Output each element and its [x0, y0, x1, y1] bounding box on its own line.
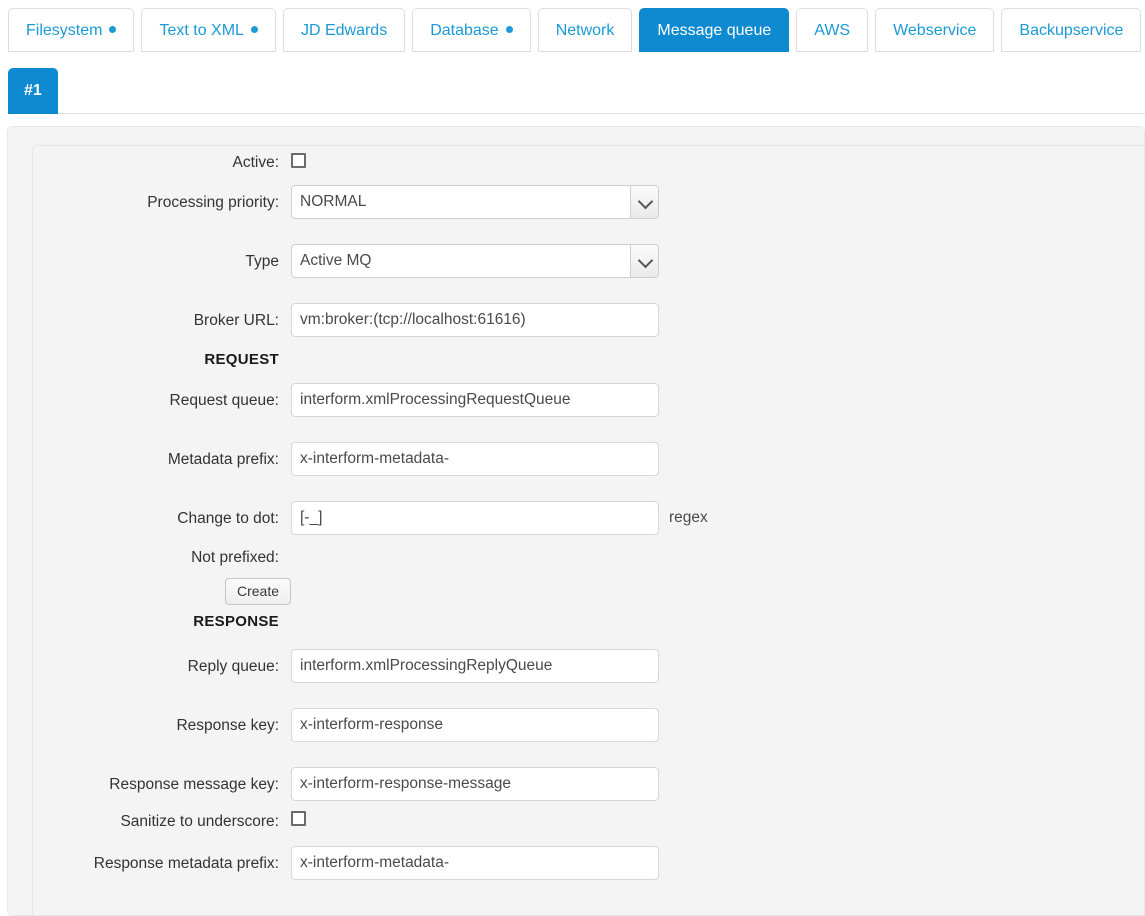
form-row-sanitize-to-underscore: Sanitize to underscore:: [33, 811, 1144, 846]
request-section-heading: REQUEST: [204, 351, 279, 368]
form-row-active: Active:: [33, 153, 1144, 185]
active-label: Active:: [232, 154, 279, 171]
response-metadata-prefix-input[interactable]: [291, 846, 659, 880]
response-message-key-label: Response message key:: [109, 776, 279, 793]
tab-label: Network: [555, 22, 615, 39]
form-row-response-heading: RESPONSE: [33, 609, 1144, 649]
form-row-response-metadata-prefix: Response metadata prefix:: [33, 846, 1144, 905]
chevron-down-icon: [637, 252, 653, 269]
processing-priority-value: NORMAL: [300, 193, 367, 210]
main-tab-bar: Filesystem Text to XML JD Edwards Databa…: [0, 0, 1145, 60]
sub-tab-1[interactable]: #1: [8, 68, 58, 114]
form-row-response-message-key: Response message key:: [33, 767, 1144, 811]
tab-aws[interactable]: AWS: [796, 8, 869, 52]
tab-text-to-xml[interactable]: Text to XML: [141, 8, 276, 52]
type-dropdown-button[interactable]: [630, 245, 658, 277]
response-metadata-prefix-label: Response metadata prefix:: [93, 855, 279, 872]
form-row-processing-priority: Processing priority: NORMAL: [33, 185, 1144, 244]
reply-queue-input[interactable]: [291, 649, 659, 683]
type-label: Type: [245, 253, 279, 270]
form-row-request-queue: Request queue:: [33, 383, 1144, 442]
tab-backupservice[interactable]: Backupservice: [1001, 8, 1142, 52]
change-to-dot-suffix-label: regex: [669, 509, 708, 526]
tab-filesystem[interactable]: Filesystem: [8, 8, 135, 52]
sub-tab-label: #1: [24, 82, 42, 99]
processing-priority-select[interactable]: NORMAL: [291, 185, 659, 219]
processing-priority-label: Processing priority:: [147, 194, 279, 211]
tab-status-dot-icon: [505, 26, 513, 34]
request-queue-label: Request queue:: [169, 392, 279, 409]
message-queue-settings-panel: Active: Processing priority: NORMAL Type…: [32, 145, 1145, 916]
tab-label: Message queue: [657, 22, 772, 39]
tab-label: JD Edwards: [300, 22, 388, 39]
response-key-input[interactable]: [291, 708, 659, 742]
metadata-prefix-input[interactable]: [291, 442, 659, 476]
form-row-broker-url: Broker URL:: [33, 303, 1144, 347]
tab-label: Webservice: [893, 22, 977, 39]
processing-priority-dropdown-button[interactable]: [630, 186, 658, 218]
chevron-down-icon: [637, 193, 653, 210]
form-row-change-to-dot: Change to dot: regex: [33, 501, 1144, 548]
not-prefixed-label: Not prefixed:: [191, 549, 279, 566]
tab-label: Backupservice: [1019, 22, 1124, 39]
form-row-create-button: Create: [33, 578, 1144, 609]
tab-webservice[interactable]: Webservice: [875, 8, 995, 52]
request-queue-input[interactable]: [291, 383, 659, 417]
sub-tab-bar: #1: [0, 60, 1145, 122]
tab-network[interactable]: Network: [537, 8, 633, 52]
tab-database[interactable]: Database: [412, 8, 531, 52]
change-to-dot-label: Change to dot:: [177, 510, 279, 527]
broker-url-label: Broker URL:: [193, 312, 279, 329]
response-key-label: Response key:: [176, 717, 279, 734]
tab-message-queue[interactable]: Message queue: [639, 8, 790, 52]
form-row-response-key: Response key:: [33, 708, 1144, 767]
create-button[interactable]: Create: [225, 578, 292, 605]
type-value: Active MQ: [300, 252, 372, 269]
response-message-key-input[interactable]: [291, 767, 659, 801]
tab-label: Filesystem: [26, 22, 103, 39]
tab-status-dot-icon: [250, 26, 258, 34]
tab-label: AWS: [814, 22, 851, 39]
reply-queue-label: Reply queue:: [187, 658, 279, 675]
message-queue-form: Active: Processing priority: NORMAL Type…: [33, 146, 1144, 915]
tab-jd-edwards[interactable]: JD Edwards: [282, 8, 406, 52]
active-checkbox[interactable]: [291, 153, 306, 168]
tab-status-dot-icon: [109, 26, 117, 34]
form-row-not-prefixed: Not prefixed:: [33, 548, 1144, 578]
change-to-dot-input[interactable]: [291, 501, 659, 535]
type-select[interactable]: Active MQ: [291, 244, 659, 278]
sanitize-to-underscore-checkbox[interactable]: [291, 811, 306, 826]
tab-label: Database: [430, 22, 499, 39]
form-row-reply-queue: Reply queue:: [33, 649, 1144, 708]
sanitize-to-underscore-label: Sanitize to underscore:: [120, 813, 279, 830]
broker-url-input[interactable]: [291, 303, 659, 337]
form-row-metadata-prefix: Metadata prefix:: [33, 442, 1144, 501]
metadata-prefix-label: Metadata prefix:: [167, 451, 279, 468]
tab-label: Text to XML: [159, 22, 244, 39]
response-section-heading: RESPONSE: [193, 613, 279, 630]
form-row-request-heading: REQUEST: [33, 347, 1144, 383]
content-panel: Active: Processing priority: NORMAL Type…: [7, 126, 1145, 916]
form-row-type: Type Active MQ: [33, 244, 1144, 303]
